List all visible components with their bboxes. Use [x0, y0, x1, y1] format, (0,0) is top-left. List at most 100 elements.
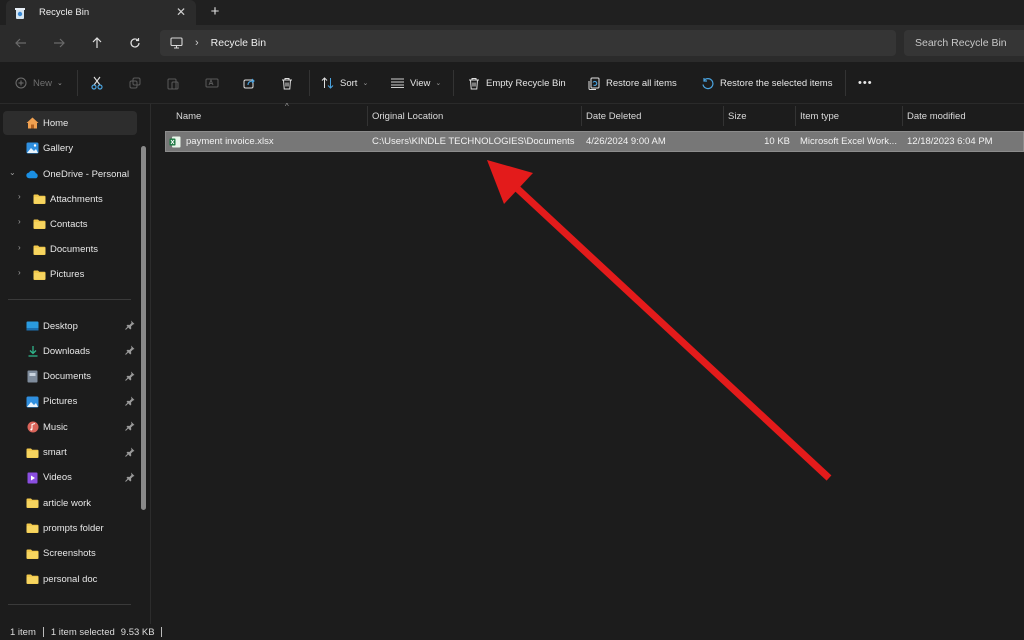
- column-label: Name: [176, 110, 202, 122]
- restore-selected-icon: [702, 77, 714, 89]
- up-button[interactable]: [88, 34, 106, 52]
- arrow-up-icon: [92, 37, 102, 48]
- chevron-down-icon: ⌄: [435, 80, 442, 87]
- pin-icon[interactable]: [125, 371, 135, 381]
- sidebar-scrollbar[interactable]: [141, 146, 146, 510]
- rename-icon: [205, 78, 219, 88]
- pin-icon[interactable]: [125, 320, 135, 330]
- sidebar-label: Gallery: [43, 142, 74, 154]
- sidebar-item-attachments[interactable]: › Attachments: [3, 187, 137, 211]
- sort-button[interactable]: Sort ⌄: [321, 72, 368, 94]
- search-input[interactable]: Search Recycle Bin: [904, 30, 1024, 56]
- pin-icon[interactable]: [125, 472, 135, 482]
- sidebar-item-pictures[interactable]: Pictures: [3, 390, 137, 414]
- view-button[interactable]: View ⌄: [391, 72, 441, 94]
- copy-icon: [129, 77, 141, 89]
- recycle-bin-icon: [15, 7, 25, 19]
- restore-all-button[interactable]: Restore all items: [588, 72, 677, 94]
- column-header-size[interactable]: Size: [723, 104, 795, 128]
- paste-icon: [167, 78, 179, 89]
- rename-button[interactable]: [205, 72, 219, 94]
- sidebar-label: Downloads: [43, 345, 90, 357]
- sidebar-item-screenshots[interactable]: Screenshots: [3, 542, 137, 566]
- breadcrumb-recycle-bin[interactable]: Recycle Bin: [211, 37, 266, 49]
- more-options-button[interactable]: •••: [858, 72, 873, 94]
- pin-icon[interactable]: [125, 345, 135, 356]
- close-tab-icon[interactable]: ✕: [176, 5, 186, 19]
- sidebar-item-onedrive[interactable]: ⌄ OneDrive - Personal: [3, 162, 137, 186]
- copy-button[interactable]: [129, 72, 141, 94]
- divider: [453, 70, 454, 96]
- chevron-right-icon[interactable]: ›: [18, 243, 21, 252]
- sidebar-item-smart[interactable]: smart: [3, 441, 137, 465]
- item-count: 1 item: [10, 626, 36, 638]
- sidebar-label: Pictures: [50, 269, 85, 281]
- column-header-item-type[interactable]: Item type: [795, 104, 902, 128]
- sidebar-item-gallery[interactable]: Gallery: [3, 136, 137, 160]
- sidebar-item-contacts[interactable]: › Contacts: [3, 212, 137, 236]
- delete-button[interactable]: [281, 72, 293, 94]
- sidebar-item-pictures[interactable]: › Pictures: [3, 263, 137, 287]
- paste-button[interactable]: [167, 72, 179, 94]
- sidebar-item-videos[interactable]: Videos: [3, 466, 137, 490]
- refresh-button[interactable]: [126, 34, 144, 52]
- folder-icon: [33, 218, 46, 230]
- pin-icon[interactable]: [125, 421, 135, 432]
- chevron-right-icon[interactable]: ›: [18, 268, 21, 277]
- folder-icon: [26, 447, 39, 459]
- sidebar-item-downloads[interactable]: Downloads: [3, 339, 137, 363]
- divider: [845, 70, 846, 96]
- tab-recycle-bin[interactable]: Recycle Bin ✕: [6, 0, 196, 25]
- restore-all-icon: [588, 77, 600, 90]
- chevron-right-icon[interactable]: ›: [18, 192, 21, 201]
- excel-file-icon: [169, 136, 181, 147]
- column-header-date-modified[interactable]: Date modified: [902, 104, 1024, 128]
- chevron-right-icon[interactable]: ›: [18, 217, 21, 226]
- column-header-original-location[interactable]: Original Location: [367, 104, 581, 128]
- column-header-date-deleted[interactable]: Date Deleted: [581, 104, 723, 128]
- share-button[interactable]: [243, 72, 256, 94]
- gallery-icon: [26, 142, 39, 154]
- chevron-down-icon[interactable]: ⌄: [9, 168, 16, 177]
- sidebar-label: Attachments: [50, 193, 103, 205]
- sidebar-item-desktop[interactable]: Desktop: [3, 314, 137, 338]
- pane-divider[interactable]: [150, 104, 151, 624]
- address-bar[interactable]: › Recycle Bin: [160, 30, 896, 56]
- sidebar-item-music[interactable]: Music: [3, 415, 137, 439]
- date-deleted: 4/26/2024 9:00 AM: [586, 136, 666, 147]
- breadcrumb-separator[interactable]: ›: [195, 37, 199, 49]
- folder-icon: [26, 548, 39, 560]
- item-type: Microsoft Excel Work...: [800, 136, 897, 147]
- sidebar-item-home[interactable]: Home: [3, 111, 137, 135]
- restore-selected-button[interactable]: Restore the selected items: [701, 72, 832, 94]
- sidebar-item-prompts-folder[interactable]: prompts folder: [3, 516, 137, 540]
- sidebar-item-article-work[interactable]: article work: [3, 491, 137, 515]
- sidebar-item-documents[interactable]: › Documents: [3, 238, 137, 262]
- pin-icon[interactable]: [125, 447, 135, 457]
- cut-button[interactable]: [91, 72, 103, 94]
- empty-recycle-bin-button[interactable]: Empty Recycle Bin: [468, 72, 566, 94]
- sidebar-item-documents[interactable]: Documents: [3, 365, 137, 389]
- empty-recycle-bin-label: Empty Recycle Bin: [486, 77, 566, 89]
- sort-icon: [321, 77, 334, 89]
- sidebar-item-personal-doc[interactable]: personal doc: [3, 567, 137, 591]
- new-tab-button[interactable]: +: [207, 3, 223, 20]
- pin-icon[interactable]: [125, 396, 135, 406]
- column-header-name[interactable]: Name ^: [171, 102, 367, 128]
- file-row[interactable]: payment invoice.xlsx C:\Users\KINDLE TEC…: [165, 131, 1024, 152]
- desktop-icon: [26, 320, 39, 332]
- sidebar-label: Music: [43, 421, 68, 433]
- original-location-cell: C:\Users\KINDLE TECHNOLOGIES\Documents: [372, 132, 584, 151]
- sidebar-label: Documents: [50, 244, 99, 256]
- back-button[interactable]: [12, 34, 30, 52]
- file-name: payment invoice.xlsx: [186, 136, 274, 147]
- name-cell[interactable]: payment invoice.xlsx: [169, 132, 369, 151]
- restore-all-label: Restore all items: [606, 77, 677, 89]
- pictures-icon: [26, 396, 39, 408]
- forward-button[interactable]: [50, 34, 68, 52]
- annotation-arrow-shaft: [505, 177, 832, 481]
- new-button[interactable]: New ⌄: [15, 72, 63, 94]
- sidebar-label: personal doc: [43, 573, 98, 585]
- sidebar-label: Videos: [43, 472, 72, 484]
- delete-icon: [282, 77, 292, 89]
